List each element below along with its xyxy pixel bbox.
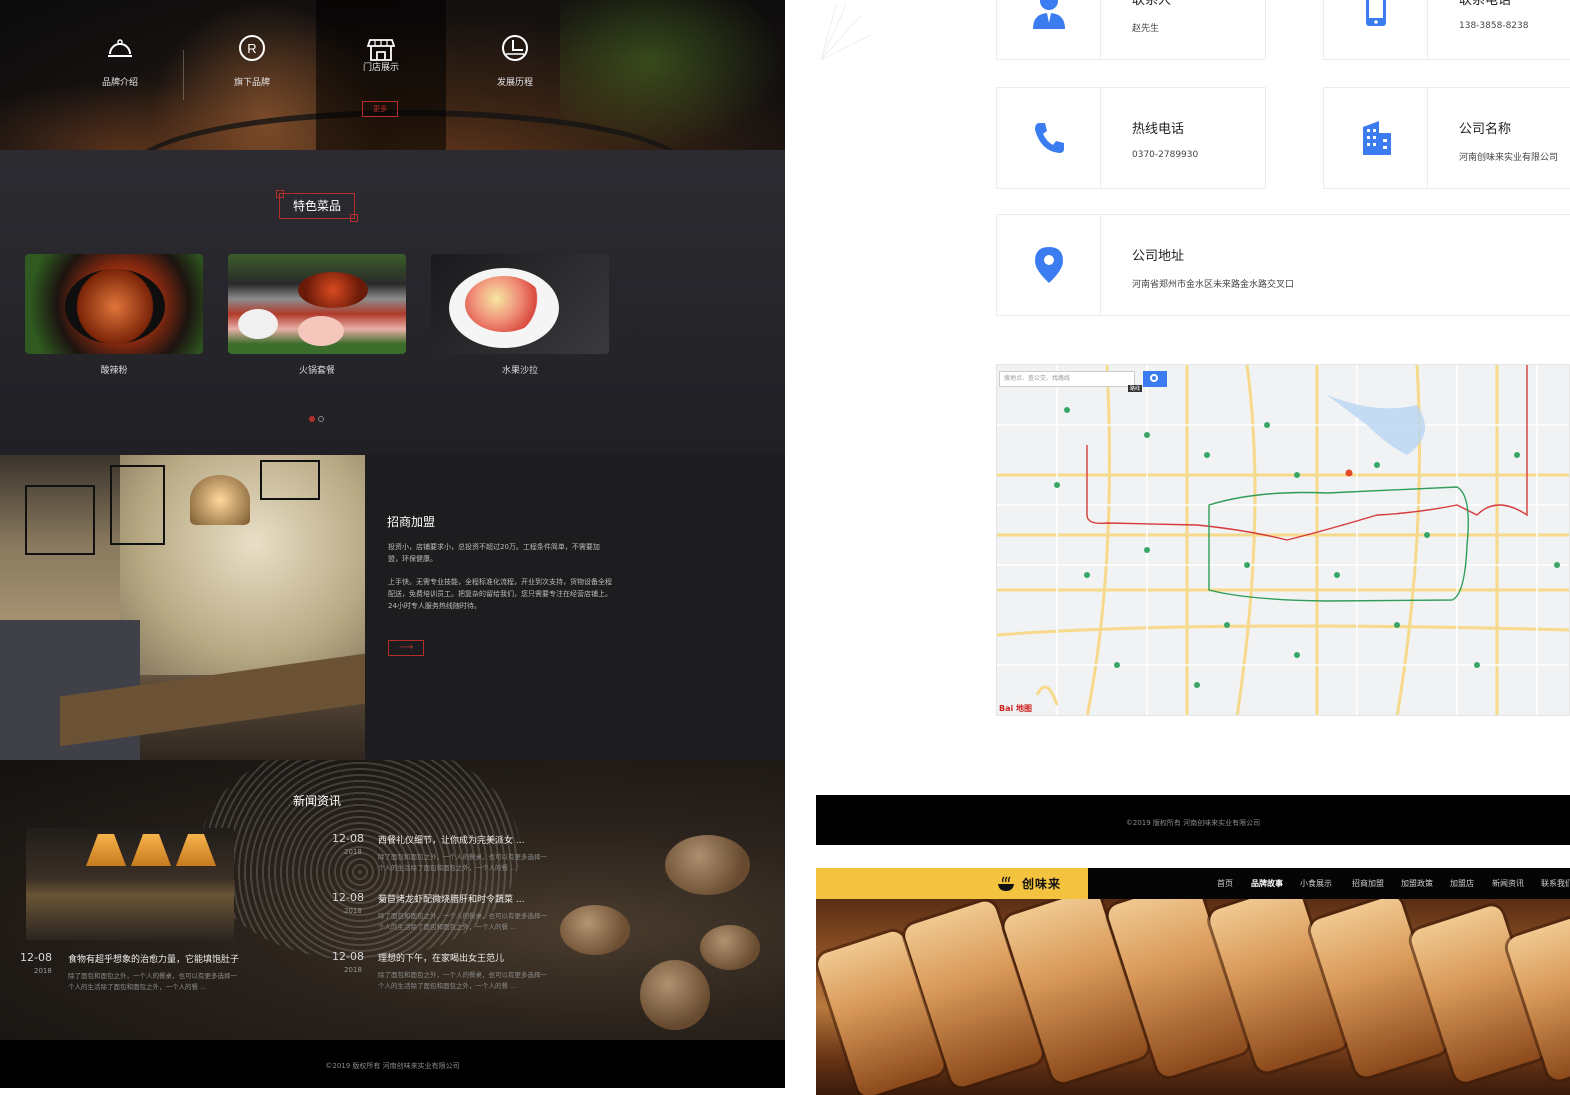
contact-card-company: 公司名称 河南创味来实业有限公司 bbox=[1323, 87, 1570, 189]
news-desc: 除了面包和面包之外，一个人的餐桌，也可以有更多选择一个人的生活除了面包和面包之外… bbox=[378, 912, 547, 931]
history-icon bbox=[502, 35, 528, 61]
news-date: 12-08 bbox=[332, 950, 364, 963]
dish-label: 水果沙拉 bbox=[501, 366, 538, 376]
card-value: 赵先生 bbox=[1132, 24, 1160, 34]
news-section: 新闻资讯 12-08 2018 西餐礼仪细节，让你成为完美派女 ... 除了面包… bbox=[0, 760, 785, 1040]
franchise-title: 招商加盟 bbox=[387, 515, 436, 529]
arrow-right-button[interactable]: ⟶ bbox=[388, 640, 424, 656]
nav-franchise[interactable]: 招商加盟 bbox=[1352, 878, 1384, 889]
news-desc: 除了面包和面包之外，一个人的餐桌，也可以有更多选择一个人的生活除了面包和面包之外… bbox=[68, 972, 237, 991]
card-title: 公司名称 bbox=[1459, 122, 1512, 137]
nav-news[interactable]: 新闻资讯 bbox=[1492, 878, 1524, 889]
nav-franchise-policy[interactable]: 加盟政策 bbox=[1401, 878, 1433, 889]
contact-card-address: 公司地址 河南省郑州市金水区未来路金水路交叉口 bbox=[996, 214, 1570, 316]
svg-text:R: R bbox=[247, 41, 256, 56]
search-icon bbox=[1150, 374, 1158, 382]
dark-site-mockup: 品牌介绍 R 旗下品牌 门店展示 更多 发展历程 特色菜品 酸辣粉 火锅套餐 水… bbox=[0, 0, 785, 1088]
contact-card-hotline: 热线电话 0370-2789930 bbox=[996, 87, 1266, 189]
divider bbox=[183, 50, 184, 100]
dish-image-hotpot-set[interactable] bbox=[228, 254, 406, 354]
card-title: 联系人 bbox=[1132, 0, 1172, 8]
section-title: 特色菜品 bbox=[276, 190, 358, 222]
contact-card-mobile: 联系电话 138-3858-8238 bbox=[1323, 0, 1570, 60]
nav-snacks[interactable]: 小食展示 bbox=[1300, 878, 1332, 889]
card-value: 0370-2789930 bbox=[1132, 150, 1199, 160]
nav-brand-story[interactable]: 品牌故事 bbox=[1251, 878, 1283, 889]
news-desc: 除了面包和面包之外，一个人的餐桌，也可以有更多选择一个人的生活除了面包和面包之外… bbox=[378, 971, 547, 990]
card-title: 联系电话 bbox=[1459, 0, 1512, 8]
card-value: 河南省郑州市金水区未来路金水路交叉口 bbox=[1132, 280, 1295, 290]
route-tooltip[interactable]: 路线 bbox=[1128, 385, 1143, 392]
news-headline[interactable]: 菊苣烤龙虾配微烧腊肝和时令蔬菜 ... bbox=[378, 892, 524, 905]
light-site-mockup: 联系人 赵先生 联系电话 138-3858-8238 热线电话 0370-278… bbox=[816, 0, 1570, 1095]
mobile-phone-icon bbox=[1365, 0, 1386, 26]
franchise-paragraph: 投资小，店铺要求小，总投资不超过20万。工程条件简单，不需要加盟，环保健康。 bbox=[388, 543, 600, 563]
brand-name: 创味来 bbox=[1022, 877, 1062, 891]
news-headline[interactable]: 西餐礼仪细节，让你成为完美派女 ... bbox=[378, 833, 524, 846]
news-title: 新闻资讯 bbox=[293, 794, 342, 808]
map-logo: Bai 地图 bbox=[999, 704, 1033, 713]
restaurant-interior-image bbox=[0, 455, 365, 760]
nav-contact[interactable]: 联系我们 bbox=[1541, 878, 1570, 889]
carousel-dots bbox=[309, 407, 327, 426]
site-header: 创味来 首页 品牌故事 小食展示 招商加盟 加盟政策 加盟店 新闻资讯 联系我们 bbox=[816, 868, 1570, 899]
news-headline[interactable]: 食物有超乎想象的治愈力量，它能填饱肚子 bbox=[68, 952, 239, 965]
dish-image-fruit-salad[interactable] bbox=[431, 254, 609, 354]
brand-logo-area[interactable]: 创味来 bbox=[816, 868, 1088, 899]
hero-nav-label: 发展历程 bbox=[496, 78, 533, 88]
hero-nav-brand-intro[interactable]: 品牌介绍 bbox=[55, 30, 185, 89]
news-year: 2018 bbox=[344, 848, 362, 856]
map-search-button[interactable] bbox=[1143, 371, 1167, 387]
bowl-logo-icon bbox=[998, 876, 1014, 891]
card-title: 热线电话 bbox=[1132, 122, 1185, 137]
page: 品牌介绍 R 旗下品牌 门店展示 更多 发展历程 特色菜品 酸辣粉 火锅套餐 水… bbox=[0, 0, 1570, 1095]
hero-nav-history[interactable]: 发展历程 bbox=[450, 30, 580, 89]
nav-stores[interactable]: 加盟店 bbox=[1450, 878, 1474, 889]
hero-nav-label: 品牌介绍 bbox=[101, 78, 138, 88]
phone-handset-icon bbox=[1034, 123, 1064, 153]
carousel-dot[interactable] bbox=[318, 416, 324, 422]
person-icon bbox=[1032, 0, 1065, 29]
hero-nav-label: 门店展示 bbox=[362, 63, 399, 73]
location-pin-icon bbox=[1034, 247, 1063, 283]
hero-banner: 品牌介绍 R 旗下品牌 门店展示 更多 发展历程 bbox=[0, 0, 785, 230]
card-value: 河南创味来实业有限公司 bbox=[1459, 153, 1559, 163]
card-title: 公司地址 bbox=[1132, 249, 1185, 264]
news-date: 12-08 bbox=[20, 951, 52, 964]
nav-home[interactable]: 首页 bbox=[1217, 878, 1233, 889]
baidu-map[interactable]: 搜地点、查公交、找路线 路线 Bai 地图 bbox=[996, 364, 1570, 716]
franchise-section: 招商加盟 投资小，店铺要求小，总投资不超过20万。工程条件简单，不需要加盟，环保… bbox=[0, 455, 785, 760]
footer-copyright: ©2019 版权所有 河南创味来实业有限公司 bbox=[0, 1040, 785, 1088]
dish-label: 火锅套餐 bbox=[298, 366, 335, 376]
hero-nav-label: 旗下品牌 bbox=[233, 78, 270, 88]
dish-label: 酸辣粉 bbox=[100, 366, 128, 376]
dish-image-sour-noodles[interactable] bbox=[25, 254, 203, 354]
contact-card-person: 联系人 赵先生 bbox=[996, 0, 1266, 60]
news-year: 2018 bbox=[344, 966, 362, 974]
news-date: 12-08 bbox=[332, 891, 364, 904]
map-roads bbox=[997, 365, 1569, 715]
map-search-input[interactable]: 搜地点、查公交、找路线 bbox=[999, 371, 1135, 387]
more-button[interactable]: 更多 bbox=[362, 101, 398, 117]
carousel-dot[interactable] bbox=[309, 416, 315, 422]
footer-copyright: ©2019 版权所有 河南创味来实业有限公司 bbox=[816, 795, 1570, 845]
news-image[interactable] bbox=[26, 828, 234, 940]
hero-nav-brands[interactable]: R 旗下品牌 bbox=[187, 30, 317, 89]
building-icon bbox=[1362, 121, 1391, 155]
cloche-icon bbox=[108, 39, 132, 57]
hero-nav-stores[interactable]: 门店展示 bbox=[316, 30, 446, 73]
food-banner-image bbox=[816, 899, 1570, 1095]
featured-dishes-section: 特色菜品 酸辣粉 火锅套餐 水果沙拉 bbox=[0, 150, 785, 455]
news-headline[interactable]: 理想的下午，在家喝出女王范儿 bbox=[378, 951, 504, 964]
card-value: 138-3858-8238 bbox=[1459, 21, 1529, 31]
news-year: 2018 bbox=[344, 907, 362, 915]
news-date: 12-08 bbox=[332, 832, 364, 845]
registered-icon: R bbox=[239, 35, 265, 61]
franchise-paragraph: 上手快。无需专业技能，全程标准化流程，开业到次支持，货物设备全程配送，免费培训员… bbox=[388, 578, 612, 610]
fan-decoration-icon bbox=[820, 4, 872, 61]
news-desc: 除了面包和面包之外，一个人的餐桌，也可以有更多选择一个人的生活除了面包和面包之外… bbox=[378, 853, 547, 872]
news-year: 2018 bbox=[34, 967, 52, 975]
